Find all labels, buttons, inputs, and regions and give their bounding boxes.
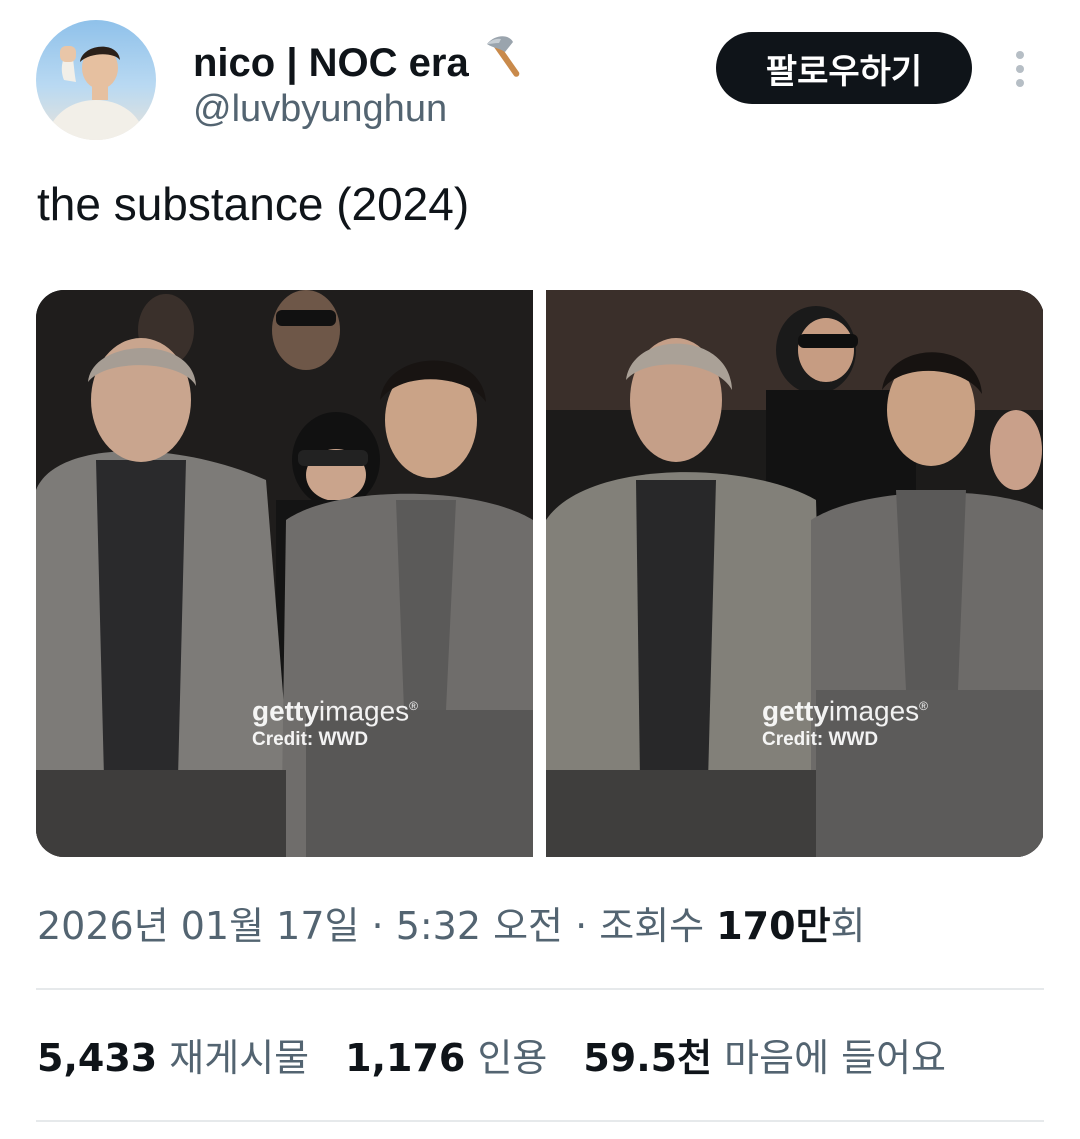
watermark-reg: ®: [409, 699, 419, 713]
divider-top: [36, 988, 1044, 990]
watermark-brand-bold: getty: [252, 695, 319, 727]
getty-watermark: gettyimages® Credit: WWD: [252, 690, 418, 753]
more-dot: [1016, 79, 1024, 87]
more-dot: [1016, 51, 1024, 59]
more-dot: [1016, 65, 1024, 73]
watermark-credit: Credit: WWD: [252, 729, 369, 751]
likes-count: 59.5천: [583, 1036, 713, 1080]
follow-button[interactable]: 팔로우하기: [716, 32, 972, 104]
divider-bottom: [36, 1120, 1044, 1122]
watermark-brand-light: images: [828, 695, 920, 727]
reposts-label: 재게시물: [169, 1036, 310, 1080]
watermark-brand-light: images: [318, 695, 410, 727]
photo-illustration: [546, 290, 1043, 857]
media-photo-2[interactable]: gettyimages® Credit: WWD: [546, 290, 1043, 857]
tweet-datetime[interactable]: 2026년 01월 17일 · 5:32 오전 · 조회수: [37, 904, 716, 948]
tweet-stats: 5,433 재게시물 1,176 인용 59.5천 마음에 들어요: [37, 1030, 946, 1086]
photo-illustration: [36, 290, 533, 857]
watermark-credit: Credit: WWD: [762, 729, 879, 751]
more-options-icon[interactable]: [1000, 44, 1040, 94]
media-grid: gettyimages® Credit: WWD gettyimages® Cr…: [36, 290, 1044, 857]
watermark-brand-bold: getty: [762, 695, 829, 727]
tweet-text: the substance (2024): [37, 178, 470, 230]
display-name-text: nico | NOC era: [193, 41, 469, 85]
views-unit: 만: [795, 904, 831, 948]
likes-label: 마음에 들어요: [724, 1036, 947, 1080]
avatar[interactable]: [36, 20, 156, 140]
likes-stat[interactable]: 59.5천 마음에 들어요: [583, 1030, 946, 1086]
quotes-label: 인용: [477, 1036, 548, 1080]
getty-watermark: gettyimages® Credit: WWD: [762, 690, 928, 753]
views-count: 170: [716, 904, 796, 948]
media-photo-1[interactable]: gettyimages® Credit: WWD: [36, 290, 533, 857]
watermark-reg: ®: [919, 699, 929, 713]
axe-icon: [479, 30, 533, 96]
user-handle[interactable]: @luvbyunghun: [193, 86, 447, 132]
quotes-stat[interactable]: 1,176 인용: [345, 1030, 547, 1086]
reposts-count: 5,433: [37, 1036, 158, 1080]
views-suffix: 회: [830, 904, 866, 948]
reposts-stat[interactable]: 5,433 재게시물: [37, 1030, 309, 1086]
quotes-count: 1,176: [345, 1036, 466, 1080]
tweet-meta: 2026년 01월 17일 · 5:32 오전 · 조회수 170만회: [37, 898, 866, 954]
